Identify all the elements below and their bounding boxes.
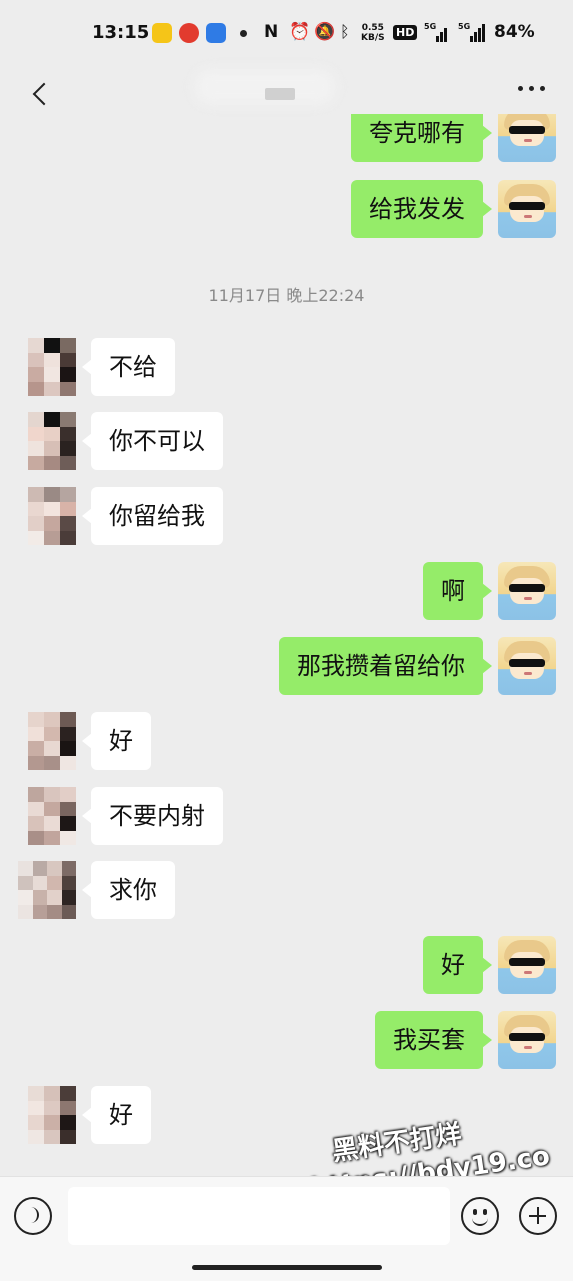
net-speed-unit: KB/S bbox=[361, 33, 385, 43]
back-button[interactable] bbox=[10, 72, 56, 108]
notification-dot-icon bbox=[240, 30, 247, 37]
message-bubble-outgoing[interactable]: 那我攒着留给你 bbox=[279, 637, 492, 695]
my-avatar[interactable] bbox=[498, 637, 556, 695]
net-speed-value: 0.55 bbox=[361, 23, 384, 33]
message-bubble-incoming[interactable]: 不要内射 bbox=[82, 787, 223, 845]
message-bubble-outgoing[interactable]: 我买套 bbox=[375, 1011, 492, 1069]
message-bubble-incoming[interactable]: 求你 bbox=[82, 861, 175, 919]
chat-message-list[interactable]: 夸克哪有 给我发发 11月17日 晚上22:24 不给 你不可以 你留给我 啊 … bbox=[0, 114, 573, 1176]
contact-avatar-pixelated[interactable] bbox=[18, 861, 76, 919]
my-avatar[interactable] bbox=[498, 1011, 556, 1069]
signal-strength-icon: 5G bbox=[424, 22, 450, 42]
my-avatar[interactable] bbox=[498, 562, 556, 620]
signal-strength-icon: 5G bbox=[458, 22, 485, 42]
mute-icon: 🔕 bbox=[314, 22, 336, 42]
message-input-bar bbox=[0, 1176, 573, 1281]
net-speed: 0.55 KB/S bbox=[361, 23, 385, 43]
chevron-left-icon bbox=[32, 82, 56, 106]
my-avatar[interactable] bbox=[498, 936, 556, 994]
status-bar: 13:15 N ⏰ 🔕 ᛒ 0.55 KB/S HD 5G 5G 84% bbox=[0, 0, 573, 66]
message-bubble-incoming[interactable]: 不给 bbox=[82, 338, 175, 396]
plus-icon[interactable] bbox=[519, 1197, 557, 1235]
music-app-icon bbox=[179, 23, 199, 43]
message-bubble-outgoing[interactable]: 给我发发 bbox=[351, 180, 492, 238]
contact-avatar-pixelated[interactable] bbox=[28, 338, 76, 396]
nfc-icon: N bbox=[264, 22, 279, 42]
message-bubble-outgoing[interactable]: 好 bbox=[423, 936, 492, 994]
contact-avatar-pixelated[interactable] bbox=[28, 412, 76, 470]
message-timestamp: 11月17日 晚上22:24 bbox=[208, 286, 365, 305]
browser-app-icon bbox=[206, 23, 226, 43]
battery-level: 84% bbox=[494, 22, 535, 42]
app-notification-icon bbox=[152, 23, 172, 43]
message-bubble-outgoing[interactable]: 啊 bbox=[423, 562, 492, 620]
status-time: 13:15 bbox=[92, 22, 150, 43]
message-bubble-outgoing[interactable]: 夸克哪有 bbox=[351, 114, 492, 162]
home-indicator[interactable] bbox=[192, 1265, 382, 1270]
my-avatar[interactable] bbox=[498, 180, 556, 238]
my-avatar[interactable] bbox=[498, 114, 556, 162]
signal-label: 5G bbox=[424, 22, 437, 31]
contact-name-redaction bbox=[265, 88, 295, 100]
alarm-icon: ⏰ bbox=[289, 22, 311, 42]
message-input[interactable] bbox=[68, 1187, 450, 1245]
message-bubble-incoming[interactable]: 你不可以 bbox=[82, 412, 223, 470]
bluetooth-icon: ᛒ bbox=[340, 22, 350, 41]
contact-avatar-pixelated[interactable] bbox=[28, 712, 76, 770]
chat-header bbox=[0, 66, 573, 114]
message-bubble-incoming[interactable]: 好 bbox=[82, 1086, 151, 1144]
message-bubble-incoming[interactable]: 好 bbox=[82, 712, 151, 770]
voice-icon[interactable] bbox=[14, 1197, 52, 1235]
contact-avatar-pixelated[interactable] bbox=[28, 787, 76, 845]
emoji-icon[interactable] bbox=[461, 1197, 499, 1235]
more-dots-icon[interactable] bbox=[518, 78, 548, 98]
signal-label: 5G bbox=[458, 22, 471, 31]
contact-avatar-pixelated[interactable] bbox=[28, 487, 76, 545]
message-bubble-incoming[interactable]: 你留给我 bbox=[82, 487, 223, 545]
contact-avatar-pixelated[interactable] bbox=[28, 1086, 76, 1144]
hd-badge: HD bbox=[393, 25, 418, 40]
